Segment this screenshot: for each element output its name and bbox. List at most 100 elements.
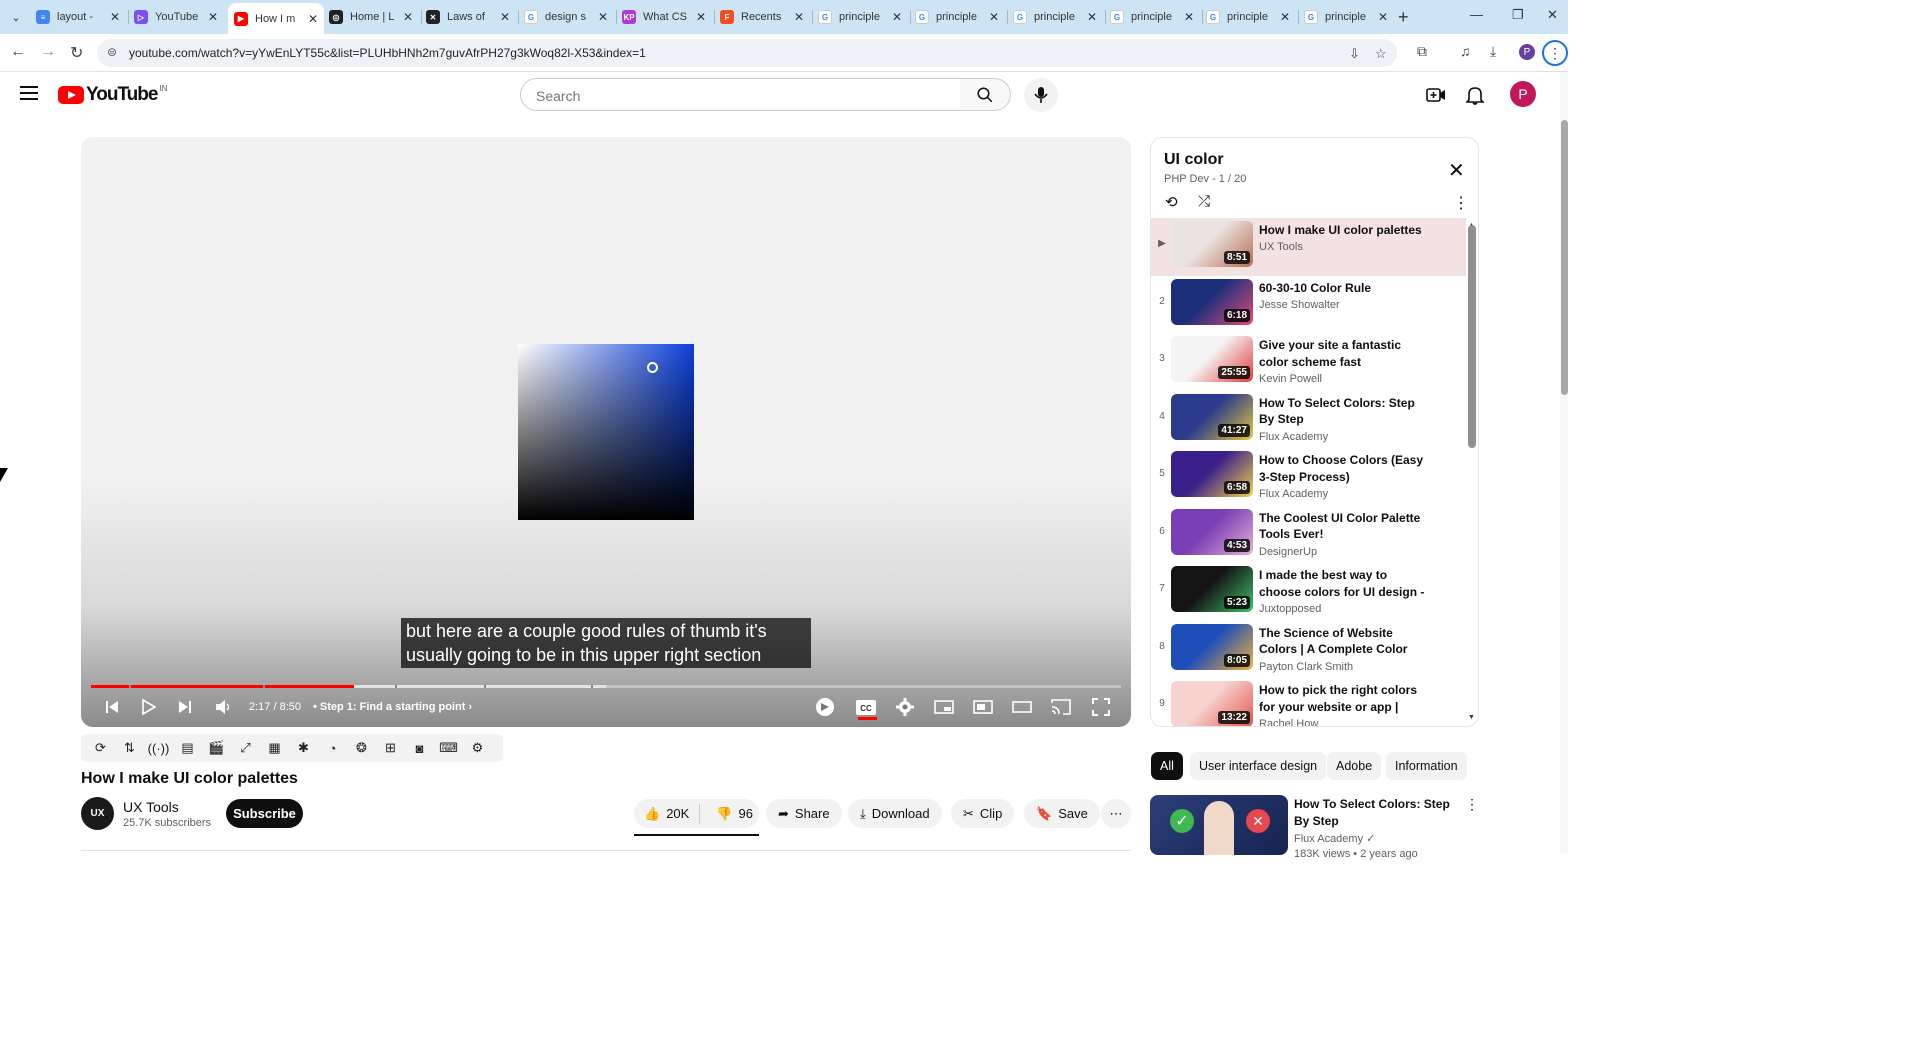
close-playlist-icon[interactable]: ✕ [1448,158,1465,183]
close-window-icon[interactable]: ✕ [1547,7,1558,23]
install-app-icon[interactable]: ⇩ [1349,46,1360,62]
add-icon[interactable]: ⊞ [380,739,401,757]
notifications-bell-icon[interactable] [1464,84,1486,106]
playlist-item-title[interactable]: I made the best way to choose colors for… [1259,567,1429,600]
screenshot-camera-icon[interactable]: ◙ [409,739,430,757]
browser-tab[interactable]: ▷ YouTube ✕ [128,3,224,31]
playlist-item[interactable]: 9 13:22 How to pick the right colors for y… [1151,678,1466,726]
chip-user-interface-design[interactable]: User interface design [1190,752,1327,780]
chrome-profile-avatar[interactable]: P [1519,44,1535,60]
next-video-icon[interactable] [176,696,194,718]
speed-gauge-icon[interactable]: ◔ [322,739,343,757]
playlist-item-thumbnail[interactable]: 41:27 [1171,393,1253,440]
restore-icon[interactable]: ❐ [1512,7,1524,23]
shuffle-icon[interactable]: ⤮ [1198,193,1210,210]
page-scrollbar[interactable] [1560,72,1568,853]
playlist-item-thumbnail[interactable]: 4:53 [1171,508,1253,555]
picture-in-picture-icon[interactable] [972,696,994,718]
chip-adobe[interactable]: Adobe [1327,752,1382,780]
playlist-more-icon[interactable]: ⋮ [1453,193,1469,213]
playlist-item[interactable]: ▶ 8:51 How I make UI color palettes UX Tool… [1151,218,1466,276]
close-tab-icon[interactable]: ✕ [1378,10,1388,24]
site-info-icon[interactable]: ⊜ [107,45,117,59]
more-actions-button[interactable]: ⋯ [1101,799,1131,828]
playlist-item-thumbnail[interactable]: 25:55 [1171,336,1253,382]
playlist-item-title[interactable]: The Science of Website Colors | A Comple… [1259,625,1429,658]
close-tab-icon[interactable]: ✕ [1184,10,1194,24]
playlist-item-title[interactable]: 60-30-10 Color Rule [1259,280,1429,297]
browser-tab[interactable]: Gprinciple ✕ [1007,3,1103,31]
channel-avatar[interactable]: UX [81,797,114,830]
sparkle-icon[interactable]: ✱ [293,739,314,757]
sort-arrows-icon[interactable]: ⇅ [119,739,140,757]
playlist-item[interactable]: 2 6:18 60-30-10 Color Rule Jesse Showalter [1151,276,1466,334]
youtube-logo[interactable]: YouTube IN [58,84,167,106]
playlist-item[interactable]: 4 41:27 How To Select Colors: Step By Step… [1151,391,1466,449]
miniplayer-icon[interactable] [933,696,955,718]
browser-tab[interactable]: Gprinciple ✕ [1298,3,1394,31]
film-strip-icon[interactable]: ▦ [264,739,285,757]
shield-icon[interactable] [814,696,836,718]
search-button[interactable] [960,78,1011,111]
voice-search-button[interactable] [1024,78,1058,112]
reload-icon[interactable]: ↻ [70,43,83,63]
youtube-account-avatar[interactable]: P [1510,81,1536,107]
expand-icon[interactable]: ⤢ [235,739,256,757]
previous-video-icon[interactable] [103,696,121,718]
playlist-item[interactable]: 3 25:55 Give your site a fantastic color s… [1151,333,1466,391]
browser-tab[interactable]: KP What CS ✕ [616,3,712,31]
browser-tab[interactable]: ◎ Home | L ✕ [323,3,419,31]
loop-icon[interactable]: ⟳ [90,739,111,757]
close-tab-icon[interactable]: ✕ [500,10,510,24]
close-tab-icon[interactable]: ✕ [110,10,120,24]
playlist-item-thumbnail[interactable]: 8:51 [1171,221,1253,267]
playlist-item-title[interactable]: How to Choose Colors (Easy 3-Step Proces… [1259,452,1429,485]
page-scrollbar-thumb[interactable] [1561,120,1568,395]
recommended-video-thumbnail[interactable]: ✓ ✕ [1150,795,1288,855]
playlist-item-title[interactable]: How To Select Colors: Step By Step [1259,395,1429,428]
close-tab-icon[interactable]: ✕ [598,10,608,24]
close-tab-icon[interactable]: ✕ [696,10,706,24]
browser-tab[interactable]: ✕ Laws of ✕ [420,3,516,31]
browser-tab[interactable]: ≡ layout - ✕ [30,3,126,31]
playlist-item[interactable]: 5 6:58 How to Choose Colors (Easy 3-Step P… [1151,448,1466,506]
play-icon[interactable] [140,696,158,718]
forward-icon[interactable]: → [40,43,56,61]
recommended-video-channel[interactable]: Flux Academy ✓ [1294,832,1375,845]
bookmark-star-icon[interactable]: ☆ [1375,46,1387,62]
share-button[interactable]: ➦ Share [766,799,842,828]
filter-icon[interactable]: ❂ [351,739,372,757]
video-settings-icon[interactable]: ▤ [177,739,198,757]
chip-information[interactable]: Information [1386,752,1467,780]
clapperboard-icon[interactable]: 🎬 [206,739,227,757]
playlist-item-thumbnail[interactable]: 13:22 [1171,681,1253,726]
browser-tab[interactable]: Gprinciple ✕ [1200,3,1296,31]
chapter-title[interactable]: • Step 1: Find a starting point › [313,701,472,713]
chrome-menu-icon[interactable]: ⋮ [1542,40,1568,66]
close-tab-icon[interactable]: ✕ [989,10,999,24]
create-video-icon[interactable] [1425,84,1447,106]
playlist-title[interactable]: UI color [1164,151,1224,169]
loop-playlist-icon[interactable]: ⟲ [1165,193,1178,211]
keyboard-icon[interactable]: ⌨ [438,739,459,757]
scroll-down-icon[interactable]: ▼ [1468,714,1475,721]
like-button[interactable]: 👍 20K [634,803,701,824]
downloads-icon[interactable]: ⤓ [1490,43,1496,60]
dislike-button[interactable]: 👎 96 [706,806,763,822]
playlist-item[interactable]: 7 5:23 I made the best way to choose color… [1151,563,1466,621]
media-controls-icon[interactable]: ♫ [1460,43,1471,59]
extension-gear-icon[interactable]: ⚙ [467,739,488,757]
save-button[interactable]: 🔖 Save [1024,799,1100,828]
playlist-item-thumbnail[interactable]: 8:05 [1171,623,1253,670]
playlist-item-title[interactable]: How to pick the right colors for your we… [1259,682,1429,715]
close-tab-icon[interactable]: ✕ [308,12,318,26]
playlist-item[interactable]: 6 4:53 The Coolest UI Color Palette Tools … [1151,506,1466,564]
fullscreen-icon[interactable] [1090,696,1112,718]
close-tab-icon[interactable]: ✕ [208,10,218,24]
settings-gear-icon[interactable] [894,696,916,718]
browser-tab[interactable]: Gprinciple ✕ [812,3,908,31]
browser-tab[interactable]: Gprinciple ✕ [909,3,1005,31]
playlist-item-title[interactable]: The Coolest UI Color Palette Tools Ever! [1259,510,1429,543]
browser-tab[interactable]: Gdesign s ✕ [518,3,614,31]
playlist-item-thumbnail[interactable]: 6:18 [1171,278,1253,325]
